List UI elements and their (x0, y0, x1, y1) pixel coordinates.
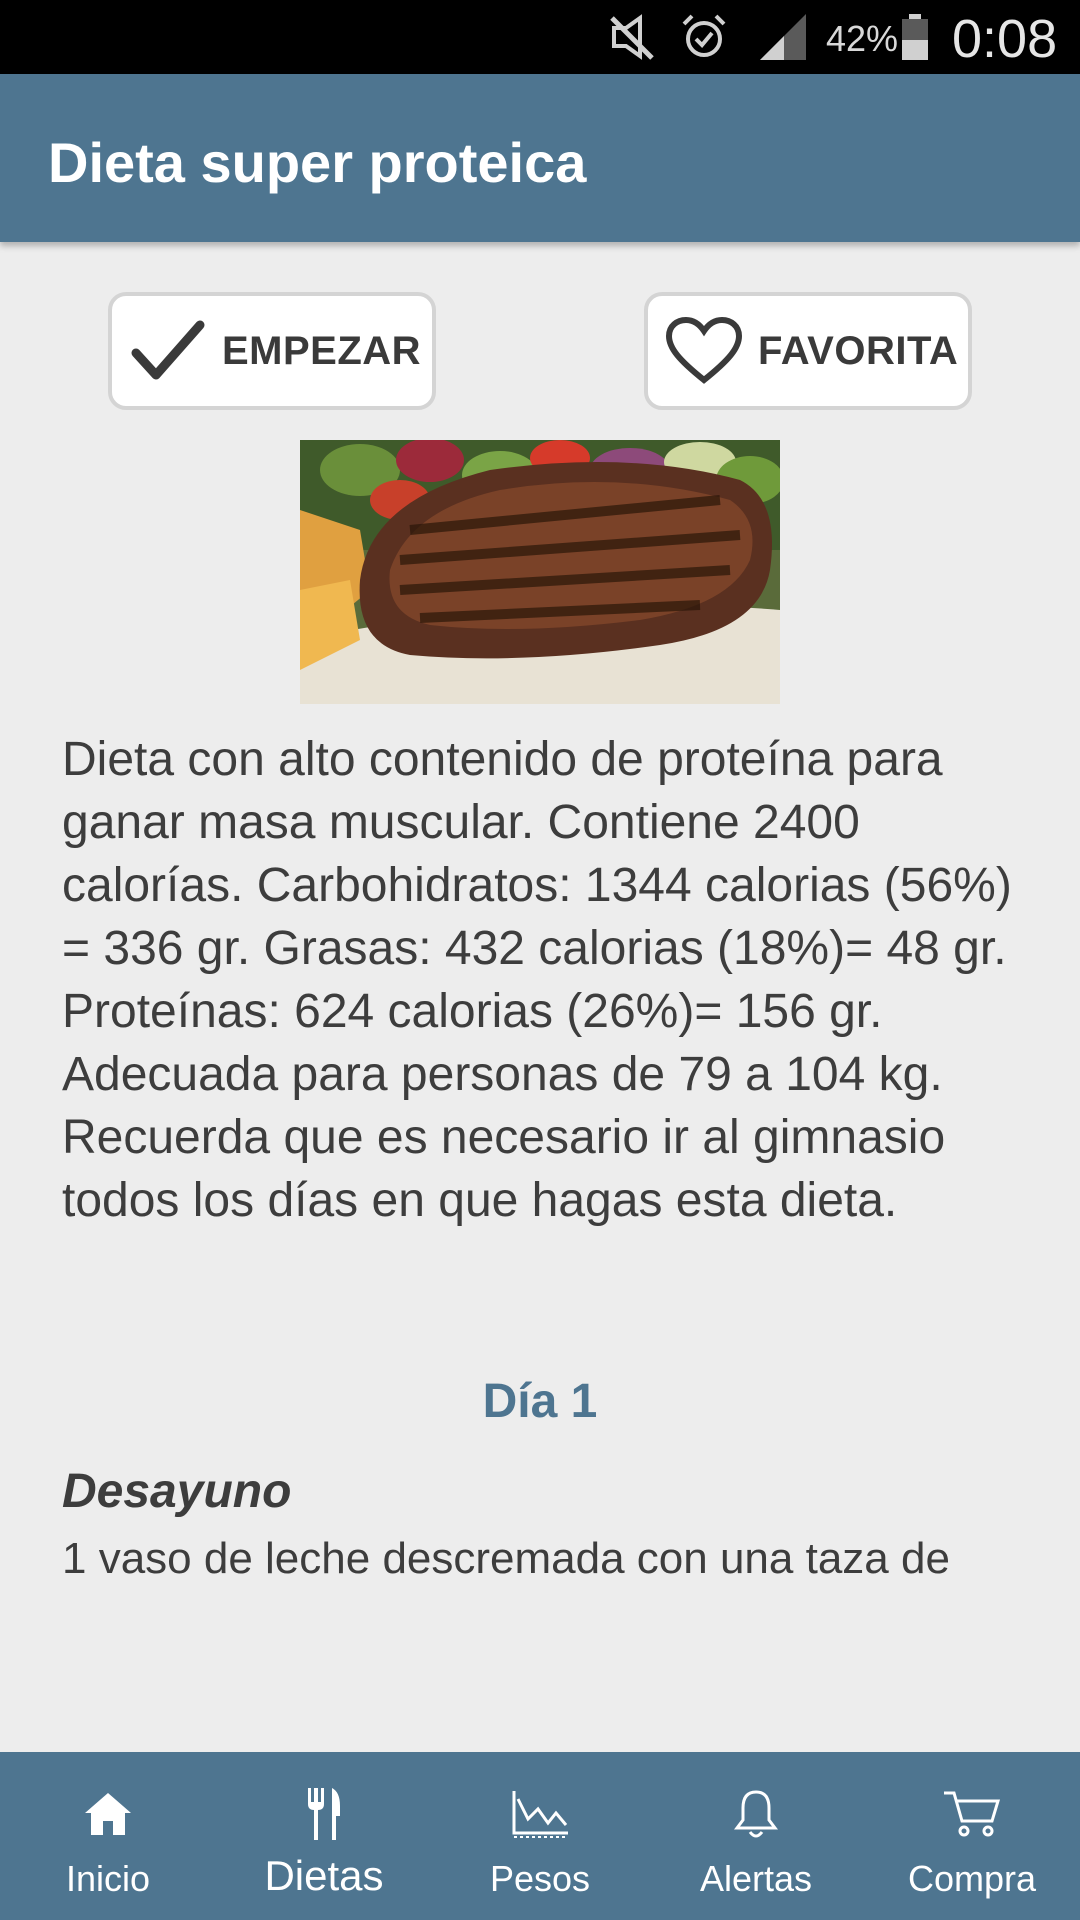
meal-title: Desayuno (62, 1465, 292, 1518)
nav-label: Alertas (699, 1858, 813, 1899)
nav-item-compra[interactable]: Compra (864, 1752, 1080, 1920)
signal-icon (758, 12, 808, 67)
chart-icon (432, 1782, 648, 1846)
meal-text: 1 vaso de leche descremada con una taza … (62, 1534, 950, 1583)
nav-label: Compra (907, 1858, 1037, 1899)
fork-knife-icon (216, 1782, 432, 1846)
checkmark-icon (128, 311, 208, 391)
favorite-button[interactable]: FAVORITA (644, 292, 972, 410)
bottom-nav: Inicio Dietas Pesos Alertas Compra (0, 1752, 1080, 1920)
heart-icon (664, 311, 744, 391)
nav-item-pesos[interactable]: Pesos (432, 1752, 648, 1920)
diet-description: Dieta con alto contenido de proteína par… (62, 733, 1012, 1227)
home-icon (0, 1782, 216, 1846)
start-button[interactable]: EMPEZAR (108, 292, 436, 410)
nav-label: Inicio (65, 1858, 151, 1899)
nav-item-inicio[interactable]: Inicio (0, 1752, 216, 1920)
day-title: Día 1 (482, 1375, 598, 1428)
diet-image (300, 440, 780, 704)
bell-icon (648, 1782, 864, 1846)
nav-item-alertas[interactable]: Alertas (648, 1752, 864, 1920)
nav-item-dietas[interactable]: Dietas (216, 1752, 432, 1920)
mute-icon (608, 12, 656, 67)
favorite-button-label: FAVORITA (758, 328, 959, 373)
battery-icon (900, 12, 930, 67)
start-button-label: EMPEZAR (222, 328, 422, 373)
clock: 0:08 (952, 9, 1058, 69)
page-title: Dieta super proteica (48, 131, 587, 194)
cart-icon (864, 1782, 1080, 1846)
nav-label: Pesos (489, 1858, 591, 1899)
battery-percent: 42% (826, 18, 899, 59)
nav-label: Dietas (264, 1852, 384, 1899)
status-bar: 42% 0:08 (0, 0, 1080, 74)
app-bar: Dieta super proteica (0, 74, 1080, 242)
alarm-icon (680, 12, 728, 67)
